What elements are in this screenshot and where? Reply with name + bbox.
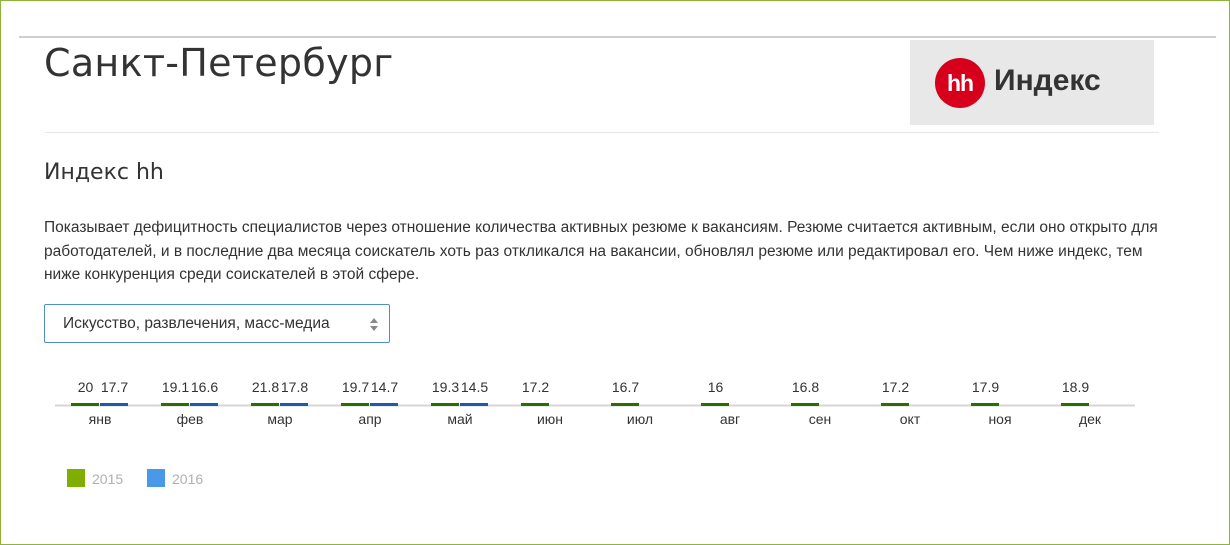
legend-swatch-2015 [67, 469, 85, 487]
month-label-май: май [447, 411, 472, 427]
index-description: Показывает дефицитность специалистов чер… [44, 219, 1158, 283]
logo-word: Индекс [994, 64, 1101, 97]
bar-2016-апр [370, 403, 398, 406]
hh-logo-icon: hh [935, 58, 985, 108]
month-label-ноя: ноя [988, 411, 1011, 427]
bar-2015-ноя [971, 403, 999, 406]
month-label-мар: мар [267, 411, 292, 427]
section-divider [45, 132, 1159, 133]
bar-2015-апр [341, 403, 369, 406]
bar-2015-авг [701, 403, 729, 406]
select-arrows-icon [370, 318, 378, 331]
page-frame: Санкт-Петербург hh Индекс Индекс hh Пока… [0, 0, 1230, 545]
value-label-2015-янв: 20 [78, 379, 94, 395]
bar-2015-май [431, 403, 459, 406]
bar-2016-май [460, 403, 488, 406]
industry-select-value: Искусство, развлечения, масс-медиа [63, 315, 330, 332]
value-label-2016-янв: 17.7 [101, 379, 128, 395]
bar-2015-июн [521, 403, 549, 406]
month-label-апр: апр [358, 411, 381, 427]
bar-2015-окт [881, 403, 909, 406]
month-label-фев: фев [177, 411, 204, 427]
value-label-2015-май: 19.3 [432, 379, 459, 395]
bar-2015-мар [251, 403, 279, 406]
bar-2015-фев [161, 403, 189, 406]
month-label-июл: июл [627, 411, 653, 427]
bar-2016-фев [190, 403, 218, 406]
value-label-2015-сен: 16.8 [792, 379, 819, 395]
value-label-2015-июн: 17.2 [522, 379, 549, 395]
bar-2015-дек [1061, 403, 1089, 406]
value-label-2015-мар: 21.8 [252, 379, 279, 395]
month-label-дек: дек [1079, 411, 1102, 427]
bar-2016-мар [280, 403, 308, 406]
value-label-2015-июл: 16.7 [612, 379, 639, 395]
value-label-2015-апр: 19.7 [342, 379, 369, 395]
month-label-сен: сен [809, 411, 832, 427]
section-title: Индекс hh [44, 160, 164, 185]
value-label-2015-дек: 18.9 [1062, 379, 1089, 395]
value-label-2016-фев: 16.6 [191, 379, 218, 395]
value-label-2016-май: 14.5 [461, 379, 488, 395]
industry-select[interactable]: Искусство, развлечения, масс-медиа [44, 304, 390, 343]
bar-2015-янв [71, 403, 99, 406]
bar-2016-янв [100, 403, 128, 406]
value-label-2015-ноя: 17.9 [972, 379, 999, 395]
top-rule [19, 36, 1216, 38]
legend-label-2015: 2015 [92, 471, 124, 487]
value-label-2016-апр: 14.7 [371, 379, 398, 395]
month-label-окт: окт [900, 411, 921, 427]
hh-index-logo: hh Индекс [910, 40, 1154, 125]
month-label-июн: июн [537, 411, 563, 427]
month-label-янв: янв [89, 411, 112, 427]
value-label-2015-авг: 16 [708, 379, 724, 395]
bar-2015-июл [611, 403, 639, 406]
value-label-2015-окт: 17.2 [882, 379, 909, 395]
value-label-2016-мар: 17.8 [281, 379, 308, 395]
legend-label-2016: 2016 [172, 471, 204, 487]
city-title: Санкт-Петербург [44, 41, 394, 85]
bar-2015-сен [791, 403, 819, 406]
legend-swatch-2016 [147, 469, 165, 487]
month-label-авг: авг [720, 411, 740, 427]
value-label-2015-фев: 19.1 [162, 379, 189, 395]
